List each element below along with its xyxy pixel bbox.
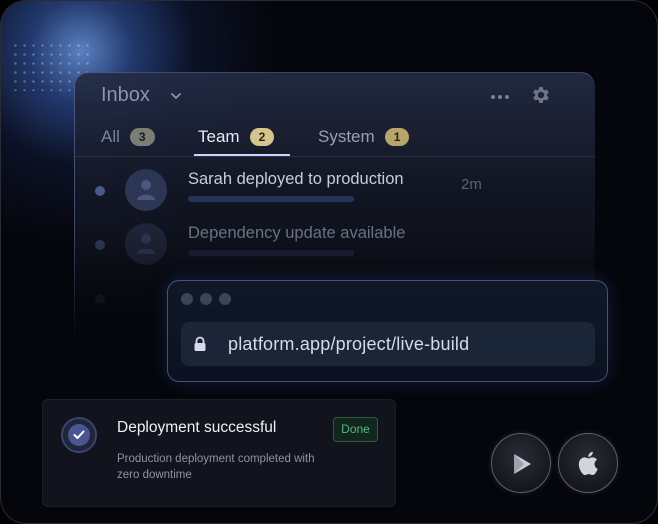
gear-icon[interactable]: [530, 84, 552, 106]
more-horizontal-icon[interactable]: [490, 93, 510, 101]
notification-preview-placeholder: [188, 196, 354, 202]
google-play-icon: [514, 454, 531, 474]
notification-time: 2m: [461, 176, 482, 193]
tab-system[interactable]: System 1: [318, 127, 410, 147]
chevron-down-icon[interactable]: [169, 89, 183, 103]
tab-team-count-badge: 2: [249, 128, 275, 146]
notification-title: Sarah deployed to production: [188, 170, 404, 188]
tab-all[interactable]: All 3: [101, 127, 155, 147]
deployment-toast: Deployment successful Production deploym…: [42, 399, 396, 507]
tab-system-count-badge: 1: [384, 128, 410, 146]
window-control-close[interactable]: [181, 293, 193, 305]
tab-all-count-badge: 3: [129, 128, 155, 146]
tab-divider: [75, 156, 595, 157]
unread-dot: [95, 186, 105, 196]
url-bar[interactable]: platform.app/project/live-build: [181, 322, 595, 366]
inbox-title[interactable]: Inbox: [101, 84, 150, 107]
toast-message: Production deployment completed with zer…: [117, 453, 315, 481]
tab-team[interactable]: Team 2: [198, 127, 275, 147]
tab-all-label: All: [101, 127, 120, 146]
apple-icon: [578, 451, 598, 476]
url-text: platform.app/project/live-build: [228, 334, 470, 354]
tab-system-label: System: [318, 127, 375, 146]
apple-store-button[interactable]: [558, 433, 618, 493]
toast-title: Deployment successful: [117, 419, 277, 436]
done-button[interactable]: Done: [333, 417, 378, 442]
window-control-minimize[interactable]: [200, 293, 212, 305]
google-play-button[interactable]: [491, 433, 551, 493]
user-icon: [137, 180, 155, 200]
avatar: [125, 169, 167, 211]
tab-team-label: Team: [198, 127, 240, 146]
app-frame: Inbox All 3 Team 2 System 1 Sarah deploy…: [0, 0, 658, 524]
lock-icon: [194, 336, 206, 351]
check-circle-icon: [61, 417, 97, 453]
browser-window: platform.app/project/live-build: [167, 280, 608, 382]
window-control-maximize[interactable]: [219, 293, 231, 305]
notification-item[interactable]: Sarah deployed to production 2m: [75, 166, 595, 216]
